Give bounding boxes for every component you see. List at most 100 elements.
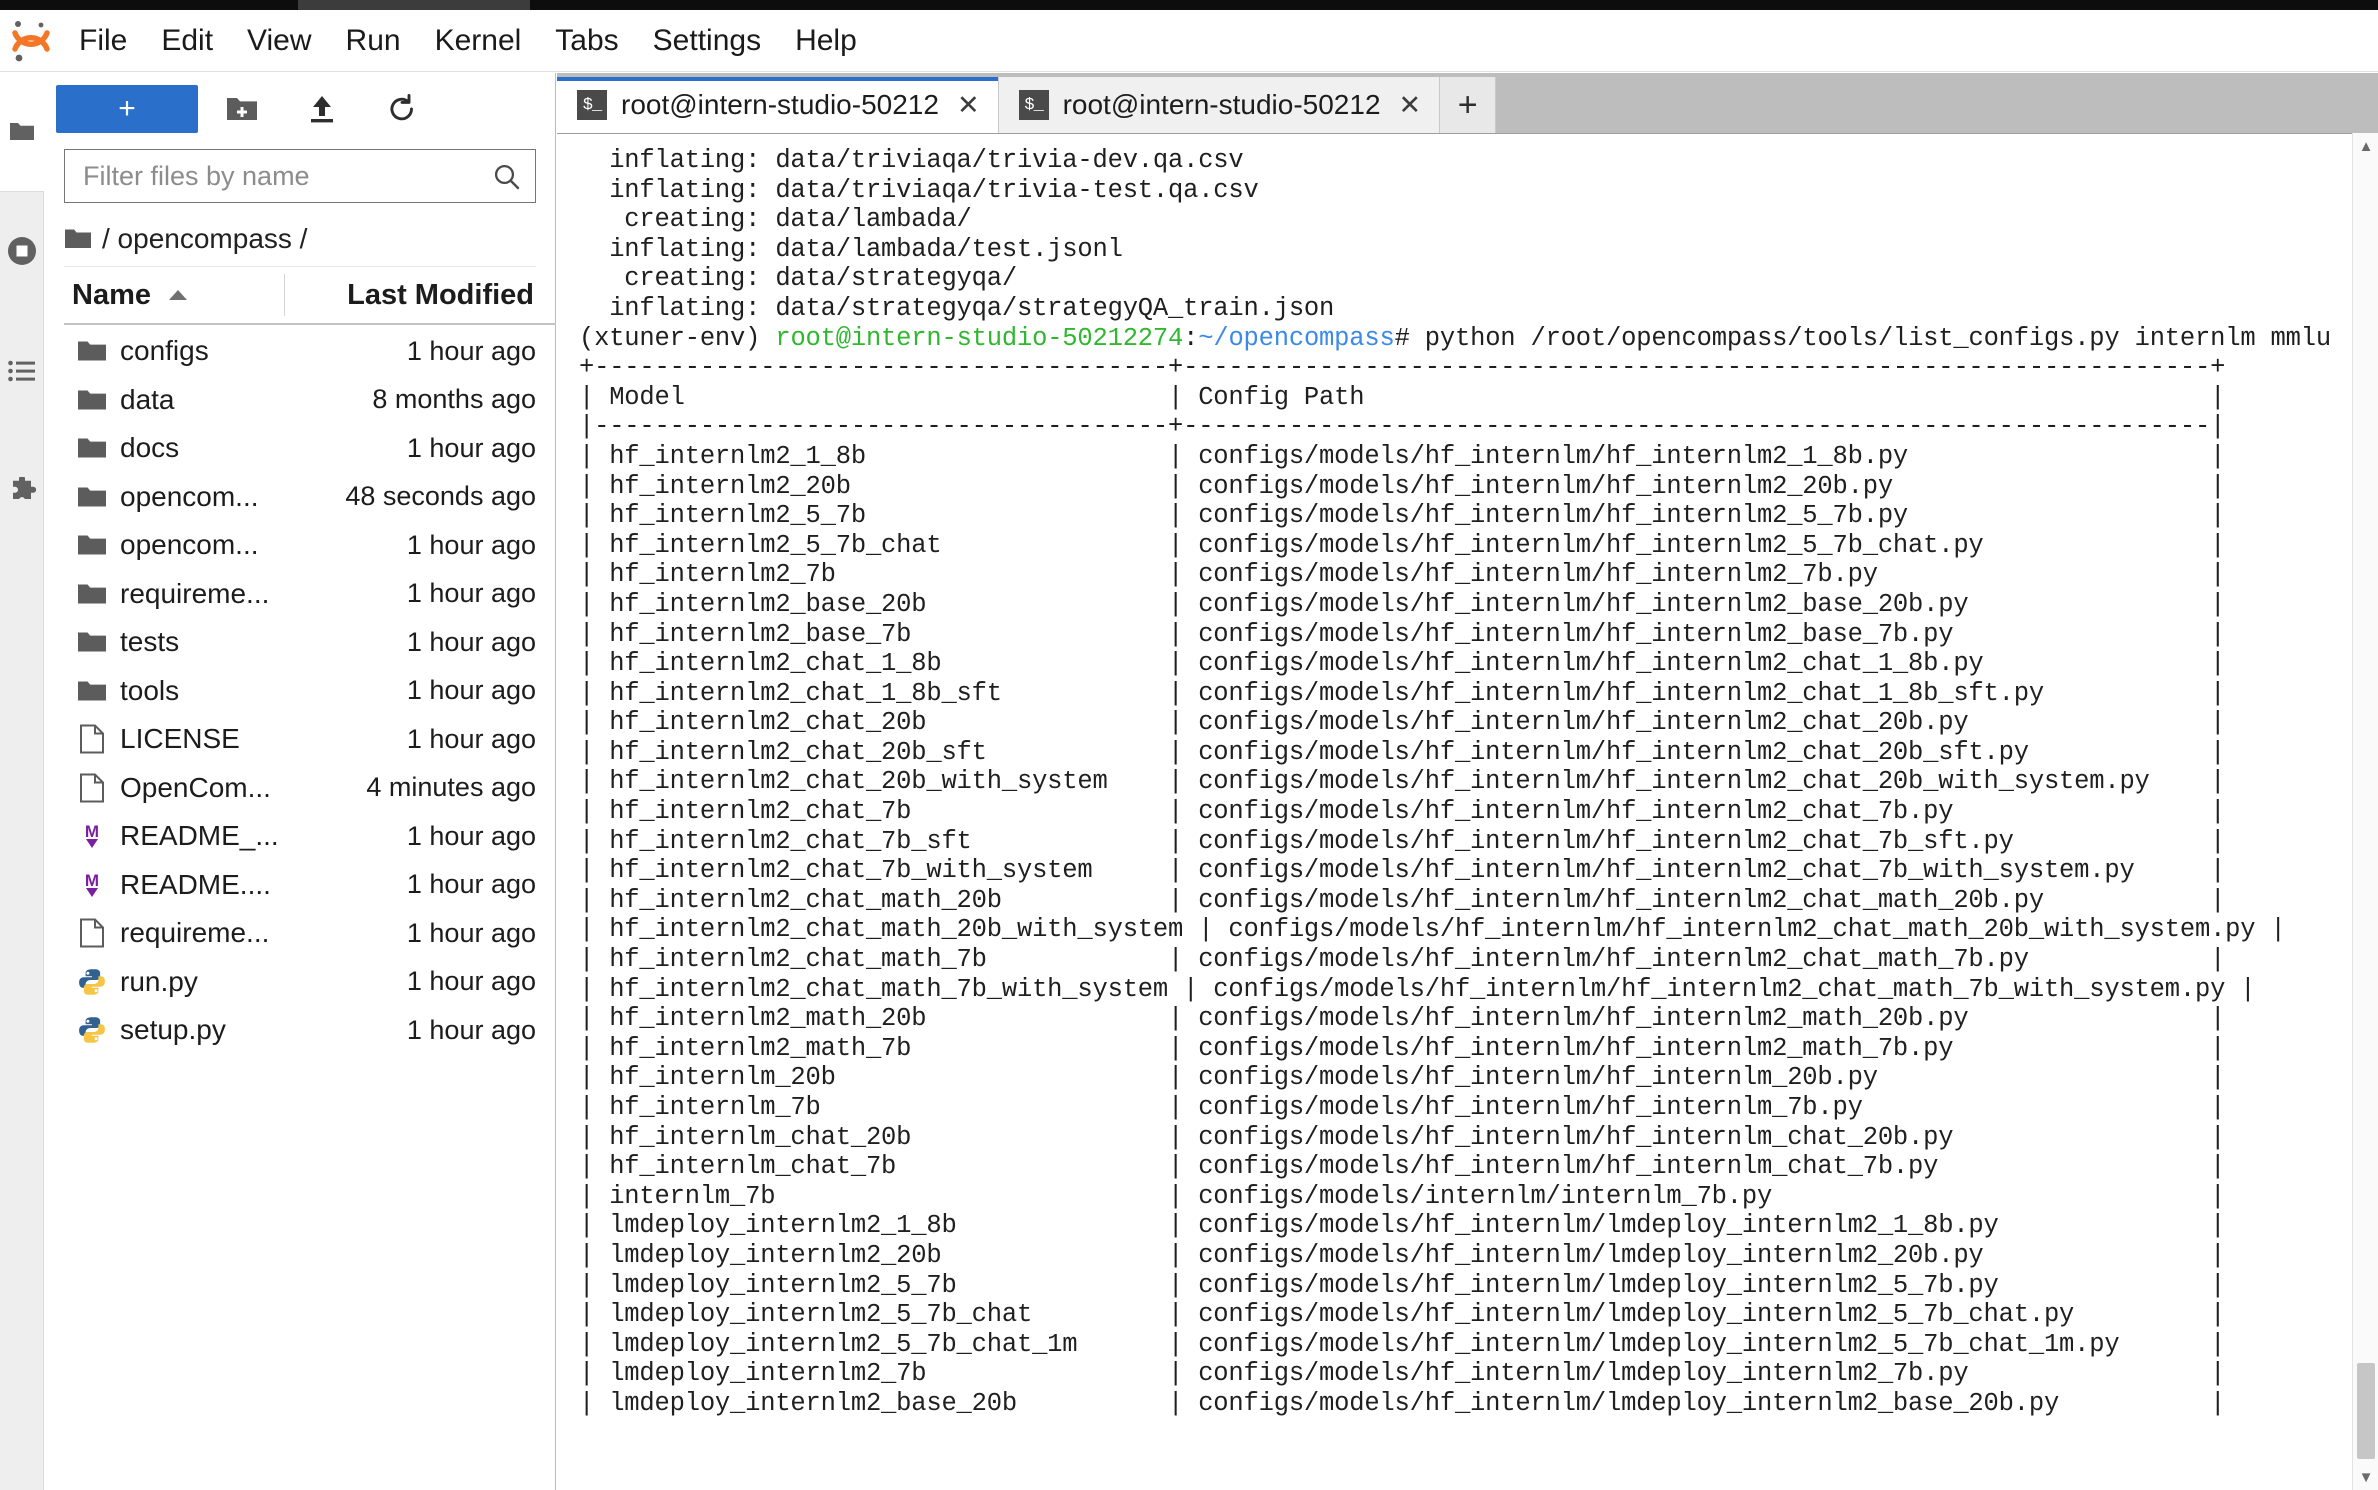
file-list-item-name: opencom... — [120, 480, 259, 512]
file-list-header: Name Last Modified — [64, 267, 556, 325]
sort-ascending-icon — [169, 290, 187, 300]
file-list-item[interactable]: docs 1 hour ago — [64, 424, 556, 473]
file-list-item-name: requireme... — [120, 577, 270, 609]
tab-terminal-1-label: root@intern-studio-50212 — [621, 89, 939, 120]
new-folder-icon — [227, 98, 257, 120]
terminal-scrollbar[interactable]: ▲ ▼ — [2352, 133, 2378, 1490]
tab-bar: $_ root@intern-studio-50212 ✕ $_ root@in… — [557, 73, 2378, 133]
file-browser-panel: + Filter files by name / opencompass / N… — [44, 73, 556, 1490]
file-list-item-modified: 1 hour ago — [406, 335, 536, 366]
folder-icon — [64, 436, 120, 460]
menu-edit[interactable]: Edit — [144, 10, 230, 72]
file-list-item[interactable]: configs 1 hour ago — [64, 327, 556, 376]
file-list-item[interactable]: tests 1 hour ago — [64, 618, 556, 667]
file-list-item-modified: 1 hour ago — [406, 820, 536, 851]
menu-kernel[interactable]: Kernel — [418, 10, 539, 72]
window-title-strip — [0, 0, 2378, 10]
python-icon — [64, 968, 120, 996]
file-list-item-name: setup.py — [120, 1014, 226, 1046]
file-list-item-name: requireme... — [120, 917, 270, 949]
terminal-panel[interactable]: inflating: data/triviaqa/trivia-dev.qa.c… — [557, 133, 2378, 1490]
close-icon[interactable]: ✕ — [957, 90, 980, 121]
file-icon — [64, 773, 120, 803]
terminal-output: inflating: data/triviaqa/trivia-dev.qa.c… — [579, 146, 2331, 1418]
file-list-item-modified: 1 hour ago — [406, 917, 536, 948]
tab-terminal-2[interactable]: $_ root@intern-studio-50212 ✕ — [998, 77, 1441, 133]
folder-icon — [64, 630, 120, 654]
file-list-item-name: docs — [120, 432, 180, 464]
menu-settings[interactable]: Settings — [636, 10, 778, 72]
column-header-name[interactable]: Name — [64, 279, 284, 312]
file-list-item[interactable]: OpenCom... 4 minutes ago — [64, 764, 556, 813]
new-launcher-button[interactable]: + — [56, 85, 198, 133]
svg-text:M: M — [85, 822, 99, 841]
file-list-item-name: data — [120, 383, 175, 415]
scroll-up-arrow-icon[interactable]: ▲ — [2353, 133, 2378, 159]
breadcrumb[interactable]: / opencompass / — [64, 211, 536, 267]
file-list-item-name: README.... — [120, 868, 271, 900]
refresh-button[interactable] — [366, 83, 438, 135]
file-list-item-modified: 1 hour ago — [406, 432, 536, 463]
close-icon[interactable]: ✕ — [1399, 90, 1422, 121]
file-list-item-name: configs — [120, 335, 209, 367]
file-list-item-modified: 1 hour ago — [406, 1014, 536, 1045]
tab-terminal-2-label: root@intern-studio-50212 — [1062, 89, 1381, 120]
file-list-item-name: tools — [120, 674, 180, 706]
folder-icon — [65, 229, 91, 248]
upload-icon — [311, 96, 333, 123]
tab-terminal-1[interactable]: $_ root@intern-studio-50212 ✕ — [557, 77, 999, 133]
sidebar-item-extensions[interactable] — [0, 461, 44, 521]
menu-view[interactable]: View — [230, 10, 328, 72]
file-list-item[interactable]: M README.... 1 hour ago — [64, 861, 556, 910]
file-icon — [64, 918, 120, 948]
terminal-icon: $_ — [577, 90, 607, 120]
scrollbar-thumb[interactable] — [2357, 1363, 2375, 1459]
menu-run[interactable]: Run — [329, 10, 418, 72]
file-list-item-modified: 1 hour ago — [406, 529, 536, 560]
file-list-item[interactable]: requireme... 1 hour ago — [64, 570, 556, 619]
file-list-item-name: README_... — [120, 820, 279, 852]
file-list-item-name: opencom... — [120, 529, 259, 561]
file-list-item[interactable]: M README_... 1 hour ago — [64, 812, 556, 861]
column-header-last-modified[interactable]: Last Modified — [284, 274, 556, 316]
menu-help[interactable]: Help — [778, 10, 874, 72]
file-list-item-modified: 1 hour ago — [406, 723, 536, 754]
scroll-down-arrow-icon[interactable]: ▼ — [2353, 1464, 2378, 1490]
new-folder-button[interactable] — [206, 83, 278, 135]
python-icon — [64, 1016, 120, 1044]
new-tab-button[interactable]: + — [1440, 77, 1497, 133]
browser-tab-strip — [298, 0, 530, 10]
file-list-item[interactable]: run.py 1 hour ago — [64, 958, 556, 1007]
file-list-item[interactable]: setup.py 1 hour ago — [64, 1006, 556, 1055]
file-list-item-modified: 8 months ago — [372, 384, 536, 415]
file-list-item[interactable]: opencom... 48 seconds ago — [64, 473, 556, 522]
folder-icon — [64, 339, 120, 363]
file-list-item-modified: 48 seconds ago — [345, 481, 536, 512]
file-list-item[interactable]: opencom... 1 hour ago — [64, 521, 556, 570]
file-list-item-modified: 1 hour ago — [406, 869, 536, 900]
column-header-name-label: Name — [72, 278, 151, 311]
file-list-item[interactable]: requireme... 1 hour ago — [64, 909, 556, 958]
file-list-item-name: tests — [120, 626, 180, 658]
activity-bar — [0, 73, 44, 1490]
file-list-item[interactable]: LICENSE 1 hour ago — [64, 715, 556, 764]
file-list-item-modified: 4 minutes ago — [366, 772, 536, 803]
file-list-item[interactable]: tools 1 hour ago — [64, 667, 556, 716]
jupyterlab-window: File Edit View Run Kernel Tabs Settings … — [0, 0, 2378, 1490]
file-list-item-name: OpenCom... — [120, 771, 271, 803]
list-icon — [8, 360, 35, 382]
search-input[interactable] — [64, 149, 536, 203]
sidebar-item-file-browser[interactable] — [0, 101, 44, 161]
file-list-item[interactable]: data 8 months ago — [64, 376, 556, 425]
menu-bar: File Edit View Run Kernel Tabs Settings … — [0, 10, 2378, 72]
markdown-icon: M — [64, 821, 120, 851]
file-list-item-modified: 1 hour ago — [406, 675, 536, 706]
menu-file[interactable]: File — [62, 10, 144, 72]
sidebar-item-table-of-contents[interactable] — [0, 341, 44, 401]
sidebar-item-running[interactable] — [0, 221, 44, 281]
stop-circle-icon — [8, 237, 36, 265]
terminal-icon: $_ — [1018, 90, 1049, 120]
menu-tabs[interactable]: Tabs — [538, 10, 635, 72]
upload-button[interactable] — [286, 83, 358, 135]
file-list-item-name: run.py — [120, 965, 198, 997]
